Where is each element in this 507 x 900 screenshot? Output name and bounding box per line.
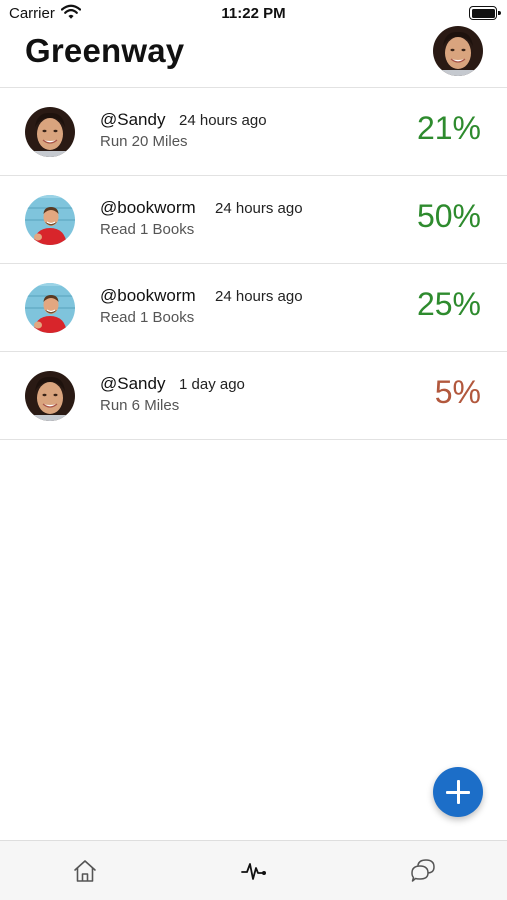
feed-row[interactable]: @bookworm 24 hours ago Read 1 Books 50% bbox=[0, 176, 507, 264]
tab-home[interactable] bbox=[70, 856, 100, 886]
goal-description: Read 1 Books bbox=[100, 309, 195, 326]
profile-avatar-button[interactable] bbox=[433, 26, 483, 76]
clock: 11:22 PM bbox=[221, 5, 286, 22]
app-header: Greenway bbox=[0, 26, 507, 88]
activity-icon bbox=[241, 863, 266, 880]
user-avatar bbox=[25, 283, 75, 333]
username: @bookworm bbox=[100, 286, 196, 305]
username: @bookworm bbox=[100, 198, 196, 217]
goal-description: Run 6 Miles bbox=[100, 397, 180, 414]
chat-bubbles-icon bbox=[411, 859, 435, 882]
goal-feed: @Sandy 24 hours ago Run 20 Miles 21% @bo… bbox=[0, 88, 507, 440]
battery-icon bbox=[469, 6, 501, 20]
progress-percent: 21% bbox=[416, 110, 481, 146]
goal-description: Run 20 Miles bbox=[100, 133, 188, 150]
home-icon bbox=[74, 860, 96, 882]
add-goal-button[interactable] bbox=[433, 767, 483, 817]
user-avatar bbox=[25, 195, 75, 245]
user-avatar bbox=[25, 371, 75, 421]
username: @Sandy bbox=[100, 374, 166, 393]
status-bar: Carrier 11:22 PM bbox=[0, 0, 507, 28]
progress-percent: 25% bbox=[416, 286, 481, 322]
tab-chat[interactable] bbox=[408, 856, 438, 886]
app-title: Greenway bbox=[25, 32, 185, 69]
tab-bar bbox=[0, 840, 507, 900]
timestamp: 1 day ago bbox=[179, 376, 245, 393]
username: @Sandy bbox=[100, 110, 166, 129]
timestamp: 24 hours ago bbox=[215, 200, 303, 217]
timestamp: 24 hours ago bbox=[215, 288, 303, 305]
timestamp: 24 hours ago bbox=[179, 112, 267, 129]
feed-row[interactable]: @Sandy 24 hours ago Run 20 Miles 21% bbox=[0, 88, 507, 176]
tab-activity[interactable] bbox=[239, 856, 269, 886]
progress-percent: 5% bbox=[434, 374, 481, 410]
goal-description: Read 1 Books bbox=[100, 221, 195, 238]
feed-row[interactable]: @Sandy 1 day ago Run 6 Miles 5% bbox=[0, 352, 507, 440]
user-avatar bbox=[25, 107, 75, 157]
progress-percent: 50% bbox=[416, 198, 481, 234]
feed-row[interactable]: @bookworm 24 hours ago Read 1 Books 25% bbox=[0, 264, 507, 352]
